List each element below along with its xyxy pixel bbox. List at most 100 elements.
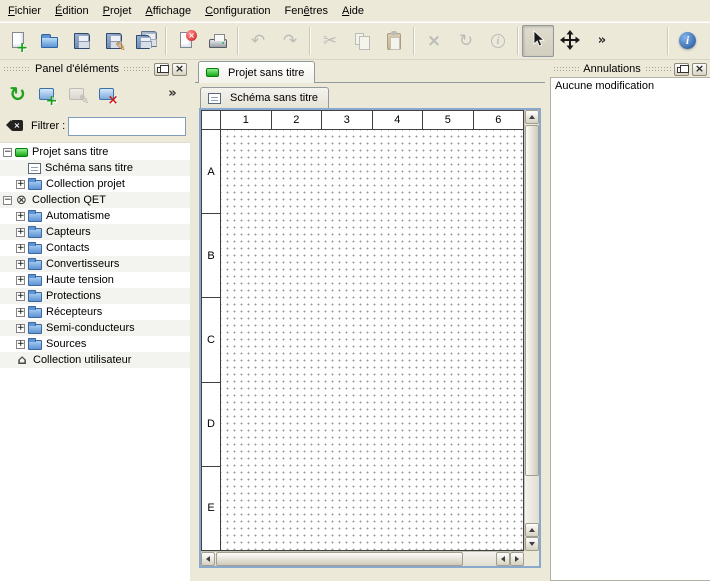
tree-item-sources[interactable]: +Sources <box>0 336 190 352</box>
delete-element-button[interactable]: × <box>94 81 121 108</box>
close-file-button[interactable]: × <box>170 25 202 57</box>
clear-filter-button[interactable]: × <box>4 116 28 136</box>
mdi-workspace: Schéma sans titre 123456 ABCDE <box>195 83 545 581</box>
menu-fenetres[interactable]: Fenêtres <box>278 1 335 21</box>
tree-item-label: Protections <box>46 290 101 302</box>
float-button[interactable] <box>154 63 169 76</box>
redo-button[interactable]: ↷ <box>274 25 306 57</box>
collapse-icon[interactable]: − <box>3 196 12 205</box>
open-file-button[interactable] <box>34 25 66 57</box>
main-area: Panel d'éléments × ↻+✎×» × Filtrer : −Pr… <box>0 60 710 581</box>
paste-button[interactable] <box>378 25 410 57</box>
menu-aide[interactable]: Aide <box>335 1 371 21</box>
header-corner <box>202 111 221 130</box>
tree-item-schema-sans-titre[interactable]: Schéma sans titre <box>0 160 190 176</box>
save-as-button[interactable]: ✎ <box>98 25 130 57</box>
move-tool-button[interactable] <box>554 25 586 57</box>
new-element-button[interactable]: + <box>34 81 61 108</box>
column-header-6: 6 <box>474 111 524 129</box>
panel-overflow-button[interactable]: » <box>159 81 186 108</box>
filter-label: Filtrer : <box>31 120 65 132</box>
scroll-up-button[interactable] <box>525 110 539 124</box>
expand-icon[interactable]: + <box>16 212 25 221</box>
vertical-scroll-thumb[interactable] <box>525 125 539 476</box>
expand-icon[interactable]: + <box>16 308 25 317</box>
menu-projet[interactable]: Projet <box>96 1 139 21</box>
edit-element-button[interactable]: ✎ <box>64 81 91 108</box>
redo-icon: ↷ <box>279 30 301 52</box>
collapse-icon[interactable]: − <box>3 148 12 157</box>
expand-icon[interactable]: + <box>16 340 25 349</box>
delete-button[interactable]: × <box>418 25 450 57</box>
row-header-B: B <box>202 214 220 298</box>
menu-affichage[interactable]: Affichage <box>138 1 198 21</box>
tree-item-convertisseurs[interactable]: +Convertisseurs <box>0 256 190 272</box>
close-button[interactable]: × <box>692 63 707 76</box>
scroll-right-button[interactable] <box>510 552 524 566</box>
vertical-scrollbar[interactable] <box>524 110 539 551</box>
folder-icon <box>28 308 42 318</box>
scroll-up-button-alt[interactable] <box>525 523 539 537</box>
rotate-button[interactable]: ↻ <box>450 25 482 57</box>
scroll-left-button[interactable] <box>201 552 215 566</box>
expand-icon[interactable]: + <box>16 292 25 301</box>
horizontal-scrollbar[interactable] <box>201 551 524 566</box>
expand-icon[interactable]: + <box>16 324 25 333</box>
arrow-up-icon <box>529 115 535 119</box>
new-file-button[interactable]: + <box>2 25 34 57</box>
expand-icon[interactable]: + <box>16 260 25 269</box>
horizontal-scroll-thumb[interactable] <box>216 552 463 566</box>
scroll-down-button[interactable] <box>525 537 539 551</box>
tree-item-protections[interactable]: + Protections <box>0 288 190 304</box>
clear-filter-icon: × <box>5 115 27 137</box>
toolbar-separator <box>517 27 519 55</box>
menu-configuration[interactable]: Configuration <box>198 1 277 21</box>
cut-button[interactable]: ✂ <box>314 25 346 57</box>
tree-item-automatisme[interactable]: +Automatisme <box>0 208 190 224</box>
edit-element-icon: ✎ <box>67 83 89 105</box>
tree-item-recepteurs[interactable]: +Récepteurs <box>0 304 190 320</box>
save-button[interactable] <box>66 25 98 57</box>
vertical-scroll-track[interactable] <box>525 124 539 523</box>
tree-item-semi-conducteurs[interactable]: +Semi-conducteurs <box>0 320 190 336</box>
project-tab[interactable]: Projet sans titre <box>198 61 315 83</box>
elements-panel-dock: Panel d'éléments × ↻+✎×» × Filtrer : −Pr… <box>0 60 190 581</box>
copy-button[interactable] <box>346 25 378 57</box>
tree-item-label: Collection QET <box>32 194 106 206</box>
horizontal-scroll-track[interactable] <box>215 552 496 566</box>
save-all-button[interactable] <box>130 25 162 57</box>
elements-panel-titlebar[interactable]: Panel d'éléments × <box>0 60 190 77</box>
tree-item-contacts[interactable]: +Contacts <box>0 240 190 256</box>
print-button[interactable] <box>202 25 234 57</box>
project-tabbar: Projet sans titre <box>195 60 545 83</box>
menu-edition[interactable]: Édition <box>48 1 96 21</box>
info-button[interactable]: i <box>482 25 514 57</box>
float-button[interactable] <box>674 63 689 76</box>
tree-item-haute-tension[interactable]: +Haute tension <box>0 272 190 288</box>
tree-item-projet-sans-titre[interactable]: −Projet sans titre <box>0 144 190 160</box>
expand-icon[interactable]: + <box>16 244 25 253</box>
close-button[interactable]: × <box>172 63 187 76</box>
about-button[interactable]: i <box>672 25 704 57</box>
filter-bar: × Filtrer : <box>0 114 190 138</box>
filter-input[interactable] <box>68 117 186 136</box>
schema-grid-canvas[interactable] <box>221 130 523 550</box>
schema-scene[interactable]: 123456 ABCDE <box>201 110 524 551</box>
expand-icon[interactable]: + <box>16 228 25 237</box>
menu-fichier[interactable]: Fichier <box>1 1 48 21</box>
tree-item-collection-utilisateur[interactable]: ⌂Collection utilisateur <box>0 352 190 368</box>
toolbar-separator <box>165 27 167 55</box>
schema-tab[interactable]: Schéma sans titre <box>200 87 329 108</box>
expand-icon[interactable]: + <box>16 180 25 189</box>
tree-item-capteurs[interactable]: +Capteurs <box>0 224 190 240</box>
reload-collections-button[interactable]: ↻ <box>4 81 31 108</box>
select-tool-button[interactable] <box>522 25 554 57</box>
undo-list-item[interactable]: Aucune modification <box>551 78 710 94</box>
undo-button[interactable]: ↶ <box>242 25 274 57</box>
undo-titlebar[interactable]: Annulations × <box>550 60 710 77</box>
toolbar-overflow-button[interactable]: » <box>586 25 618 57</box>
tree-item-collection-projet[interactable]: +Collection projet <box>0 176 190 192</box>
tree-item-collection-qet[interactable]: −⊗Collection QET <box>0 192 190 208</box>
expand-icon[interactable]: + <box>16 276 25 285</box>
scroll-left-button-alt[interactable] <box>496 552 510 566</box>
